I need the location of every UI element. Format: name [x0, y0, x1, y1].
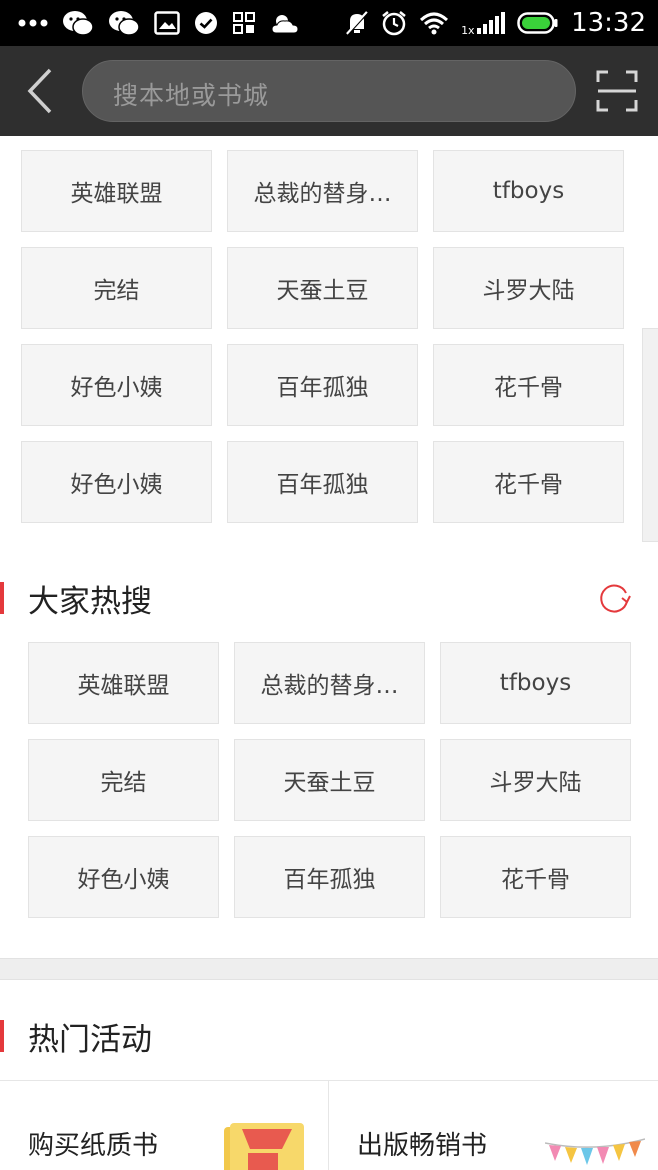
tag-item[interactable]: 完结: [21, 247, 212, 329]
section-accent-bar: [0, 582, 4, 614]
tag-item[interactable]: 百年孤独: [227, 344, 418, 426]
hot-search-title: 大家热搜: [28, 584, 152, 620]
section-accent-bar: [0, 1020, 4, 1052]
tag-item[interactable]: 完结: [28, 739, 219, 821]
signal-icon: 1x: [461, 10, 506, 37]
tag-item[interactable]: 斗罗大陆: [433, 247, 624, 329]
edge-panel-sliver: [642, 328, 658, 542]
mute-icon: [345, 10, 369, 36]
refresh-button[interactable]: [598, 581, 632, 615]
tag-item[interactable]: 天蚕土豆: [234, 739, 425, 821]
search-input[interactable]: 搜本地或书城: [82, 60, 576, 122]
activity-bestsellers[interactable]: 出版畅销书: [329, 1081, 658, 1170]
bunting-flags-icon: [545, 1138, 645, 1165]
tag-item[interactable]: 总裁的替身…: [234, 642, 425, 724]
battery-icon: [517, 12, 559, 34]
status-bar: 1x 13:32: [0, 0, 658, 46]
activities-title: 热门活动: [28, 1022, 152, 1058]
tag-item[interactable]: 百年孤独: [227, 441, 418, 523]
tag-item[interactable]: 花千骨: [433, 344, 624, 426]
network-label: 1x: [461, 24, 475, 37]
tag-item[interactable]: 总裁的替身…: [227, 150, 418, 232]
activity-label: 购买纸质书: [28, 1131, 159, 1161]
back-chevron-icon: [27, 68, 52, 114]
section-divider: [0, 958, 658, 980]
wechat-icon: [108, 9, 140, 37]
wifi-icon: [419, 11, 449, 35]
tag-item[interactable]: 斗罗大陆: [440, 739, 631, 821]
check-icon: [194, 11, 218, 35]
back-button[interactable]: [22, 66, 62, 116]
wechat-icon: [62, 9, 94, 37]
tag-item[interactable]: 花千骨: [440, 836, 631, 918]
activity-buy-paper-books[interactable]: 购买纸质书: [0, 1081, 329, 1170]
apps-icon: [232, 11, 256, 35]
hot-search-tag-grid: 英雄联盟 总裁的替身… tfboys 完结 天蚕土豆 斗罗大陆 好色小姨 百年孤…: [28, 642, 631, 918]
tag-item[interactable]: 好色小姨: [28, 836, 219, 918]
scan-icon: [596, 70, 638, 112]
hot-search-header: 大家热搜: [0, 578, 658, 620]
tag-item[interactable]: 百年孤独: [234, 836, 425, 918]
activity-label: 出版畅销书: [357, 1131, 488, 1161]
activities-header: 热门活动: [0, 1016, 658, 1058]
top-bar: 搜本地或书城: [0, 46, 658, 136]
tag-item[interactable]: 天蚕土豆: [227, 247, 418, 329]
scan-button[interactable]: [596, 70, 638, 112]
refresh-icon: [600, 584, 631, 613]
history-tag-grid: 英雄联盟 总裁的替身… tfboys 完结 天蚕土豆 斗罗大陆 好色小姨 百年孤…: [21, 150, 624, 523]
tag-item[interactable]: 英雄联盟: [21, 150, 212, 232]
more-dots-icon: [18, 18, 48, 28]
tag-item[interactable]: 好色小姨: [21, 344, 212, 426]
book-discount-icon: [224, 1123, 304, 1170]
weather-icon: [270, 11, 300, 35]
tag-item[interactable]: 花千骨: [433, 441, 624, 523]
activity-row: 购买纸质书 出版畅销书: [0, 1080, 658, 1170]
status-time: 13:32: [571, 8, 646, 38]
image-icon: [154, 11, 180, 35]
tag-item[interactable]: 英雄联盟: [28, 642, 219, 724]
tag-item[interactable]: 好色小姨: [21, 441, 212, 523]
search-placeholder: 搜本地或书城: [113, 81, 270, 110]
tag-item[interactable]: tfboys: [440, 642, 631, 724]
tag-item[interactable]: tfboys: [433, 150, 624, 232]
alarm-icon: [381, 10, 407, 36]
